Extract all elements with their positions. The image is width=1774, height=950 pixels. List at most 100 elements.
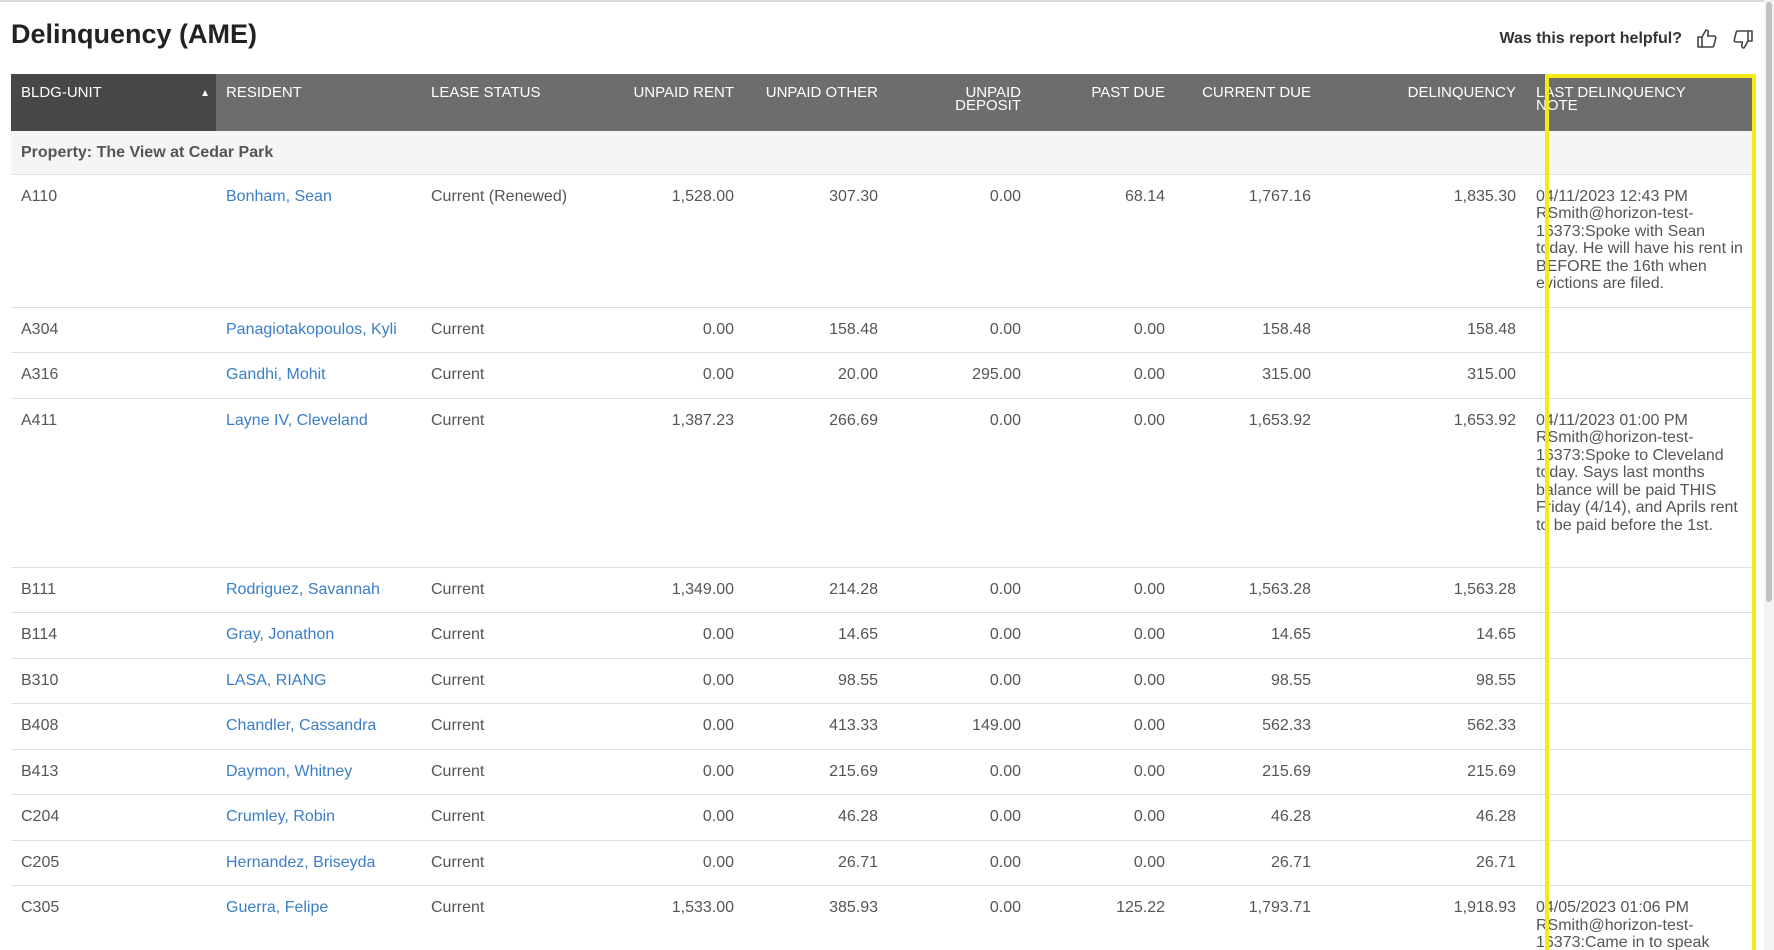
column-header-last-delinquency-note[interactable]: LAST DELINQUENCY NOTE [1526, 74, 1756, 131]
cell-unpaid-deposit: 0.00 [888, 398, 1031, 568]
cell-past-due: 0.00 [1031, 794, 1175, 841]
cell-bldg-unit: B114 [11, 612, 216, 659]
cell-unpaid-other: 158.48 [744, 307, 888, 353]
cell-lease-status: Current [421, 794, 591, 841]
cell-lease-status: Current [421, 352, 591, 399]
resident-link[interactable]: LASA, RIANG [226, 672, 326, 689]
column-header-lease-status[interactable]: LEASE STATUS [421, 74, 591, 131]
cell-current-due: 98.55 [1175, 658, 1321, 704]
resident-link[interactable]: Bonham, Sean [226, 188, 332, 205]
table-row: A316 Gandhi, Mohit Current 0.00 20.00 295.00 0… [11, 352, 1756, 399]
cell-lease-status: Current [421, 703, 591, 750]
cell-delinquency: 1,918.93 [1321, 885, 1526, 950]
cell-resident: Panagiotakopoulos, Kyli [216, 307, 421, 353]
cell-current-due: 26.71 [1175, 840, 1321, 886]
column-header-resident[interactable]: RESIDENT [216, 74, 421, 131]
cell-last-delinquency-note [1526, 307, 1756, 353]
cell-resident: Bonham, Sean [216, 174, 421, 308]
cell-unpaid-deposit: 0.00 [888, 567, 1031, 613]
cell-last-delinquency-note [1526, 658, 1756, 704]
resident-link[interactable]: Hernandez, Briseyda [226, 854, 375, 871]
cell-bldg-unit: B413 [11, 749, 216, 795]
table-row: B310 LASA, RIANG Current 0.00 98.55 0.00 0.00 9… [11, 658, 1756, 704]
cell-last-delinquency-note: 04/11/2023 12:43 PM RSmith@horizon-test-… [1526, 174, 1756, 308]
resident-link[interactable]: Daymon, Whitney [226, 763, 352, 780]
scrollbar-thumb[interactable] [1766, 2, 1772, 602]
table-row: B413 Daymon, Whitney Current 0.00 215.69 0.00… [11, 749, 1756, 795]
cell-past-due: 125.22 [1031, 885, 1175, 950]
resident-link[interactable]: Gray, Jonathon [226, 626, 334, 643]
resident-link[interactable]: Gandhi, Mohit [226, 366, 326, 383]
table-header-row: BLDG-UNIT ▲ RESIDENT LEASE STATUS UNPAID … [11, 74, 1756, 131]
column-header-unpaid-other[interactable]: UNPAID OTHER [744, 74, 888, 131]
cell-bldg-unit: B408 [11, 703, 216, 750]
resident-link[interactable]: Rodriguez, Savannah [226, 581, 380, 598]
resident-link[interactable]: Panagiotakopoulos, Kyli [226, 321, 397, 338]
cell-unpaid-rent: 0.00 [591, 703, 744, 750]
cell-past-due: 0.00 [1031, 307, 1175, 353]
column-header-delinquency[interactable]: DELINQUENCY [1321, 74, 1526, 131]
cell-lease-status: Current [421, 840, 591, 886]
cell-unpaid-other: 98.55 [744, 658, 888, 704]
cell-delinquency: 26.71 [1321, 840, 1526, 886]
resident-link[interactable]: Chandler, Cassandra [226, 717, 376, 734]
cell-unpaid-rent: 0.00 [591, 658, 744, 704]
cell-unpaid-rent: 1,387.23 [591, 398, 744, 568]
column-header-past-due[interactable]: PAST DUE [1031, 74, 1175, 131]
cell-past-due: 0.00 [1031, 703, 1175, 750]
cell-last-delinquency-note [1526, 567, 1756, 613]
cell-current-due: 562.33 [1175, 703, 1321, 750]
cell-delinquency: 215.69 [1321, 749, 1526, 795]
cell-unpaid-deposit: 149.00 [888, 703, 1031, 750]
thumbs-down-icon[interactable] [1730, 26, 1756, 52]
cell-lease-status: Current [421, 307, 591, 353]
cell-current-due: 1,653.92 [1175, 398, 1321, 568]
column-header-current-due[interactable]: CURRENT DUE [1175, 74, 1321, 131]
cell-unpaid-rent: 0.00 [591, 612, 744, 659]
cell-resident: LASA, RIANG [216, 658, 421, 704]
cell-past-due: 68.14 [1031, 174, 1175, 308]
cell-unpaid-rent: 1,528.00 [591, 174, 744, 308]
cell-lease-status: Current [421, 658, 591, 704]
resident-link[interactable]: Guerra, Felipe [226, 899, 328, 916]
cell-unpaid-other: 266.69 [744, 398, 888, 568]
cell-resident: Daymon, Whitney [216, 749, 421, 795]
table-row: A304 Panagiotakopoulos, Kyli Current 0.00 15… [11, 307, 1756, 353]
cell-delinquency: 562.33 [1321, 703, 1526, 750]
thumbs-up-icon[interactable] [1694, 26, 1720, 52]
cell-bldg-unit: B310 [11, 658, 216, 704]
cell-unpaid-rent: 0.00 [591, 749, 744, 795]
cell-current-due: 1,767.16 [1175, 174, 1321, 308]
cell-unpaid-deposit: 295.00 [888, 352, 1031, 399]
table-row: C205 Hernandez, Briseyda Current 0.00 26.71 0… [11, 840, 1756, 886]
cell-unpaid-other: 26.71 [744, 840, 888, 886]
cell-past-due: 0.00 [1031, 749, 1175, 795]
cell-bldg-unit: A316 [11, 352, 216, 399]
cell-last-delinquency-note [1526, 749, 1756, 795]
vertical-scrollbar[interactable] [1764, 0, 1774, 950]
cell-past-due: 0.00 [1031, 840, 1175, 886]
column-header-bldg-unit[interactable]: BLDG-UNIT ▲ [11, 74, 216, 131]
cell-resident: Rodriguez, Savannah [216, 567, 421, 613]
resident-link[interactable]: Layne IV, Cleveland [226, 412, 368, 429]
table-row: A110 Bonham, Sean Current (Renewed) 1,528.0… [11, 174, 1756, 308]
table-row: B408 Chandler, Cassandra Current 0.00 413.33… [11, 703, 1756, 750]
cell-unpaid-deposit: 0.00 [888, 840, 1031, 886]
cell-current-due: 315.00 [1175, 352, 1321, 399]
cell-past-due: 0.00 [1031, 658, 1175, 704]
column-header-unpaid-deposit[interactable]: UNPAID DEPOSIT [888, 74, 1031, 131]
cell-unpaid-other: 214.28 [744, 567, 888, 613]
cell-unpaid-other: 385.93 [744, 885, 888, 950]
table-row: C204 Crumley, Robin Current 0.00 46.28 0.00 0.… [11, 794, 1756, 841]
cell-last-delinquency-note [1526, 612, 1756, 659]
cell-unpaid-deposit: 0.00 [888, 658, 1031, 704]
property-group-label: Property: The View at Cedar Park [11, 131, 1526, 175]
column-header-unpaid-rent[interactable]: UNPAID RENT [591, 74, 744, 131]
cell-current-due: 158.48 [1175, 307, 1321, 353]
cell-bldg-unit: C305 [11, 885, 216, 950]
cell-current-due: 14.65 [1175, 612, 1321, 659]
cell-last-delinquency-note: 04/05/2023 01:06 PM RSmith@horizon-test-… [1526, 885, 1756, 950]
resident-link[interactable]: Crumley, Robin [226, 808, 335, 825]
cell-unpaid-other: 46.28 [744, 794, 888, 841]
cell-delinquency: 46.28 [1321, 794, 1526, 841]
